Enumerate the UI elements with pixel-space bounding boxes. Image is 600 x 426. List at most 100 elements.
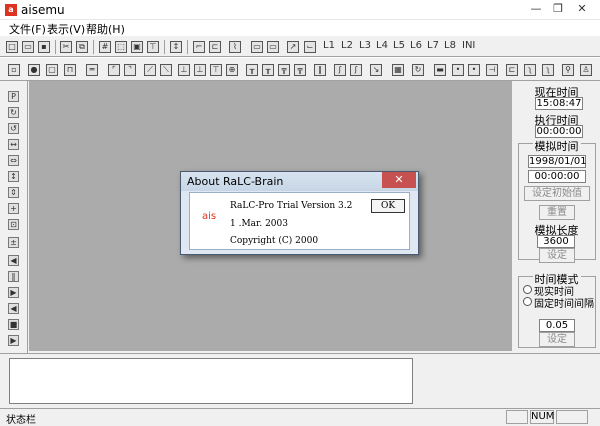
select-icon[interactable]: ⬚ <box>115 41 127 53</box>
radio-real-time[interactable] <box>523 285 532 294</box>
conveyor-icon[interactable]: ⌐ <box>193 41 205 53</box>
lift-icon[interactable]: ⊥ <box>178 64 190 76</box>
copy-icon[interactable]: ⧉ <box>76 41 88 53</box>
dialog-close-icon[interactable]: ✕ <box>382 172 416 188</box>
layer-6-button[interactable]: L6 <box>410 40 422 51</box>
grid-icon[interactable]: # <box>99 41 111 53</box>
pointer-icon[interactable]: P <box>8 91 19 102</box>
set-interval-button[interactable]: 设定 <box>539 332 575 347</box>
radio-fixed-interval[interactable] <box>523 297 532 306</box>
path-icon[interactable]: ↗ <box>287 41 299 53</box>
minimize-button[interactable]: — <box>526 2 546 17</box>
sim-time-label: 模拟时间 <box>513 138 600 154</box>
move-z-icon[interactable]: ⇕ <box>8 187 19 198</box>
separator <box>187 40 188 54</box>
move-x-icon[interactable]: ↔ <box>8 139 19 150</box>
sim-length-field[interactable]: 3600 <box>537 235 575 248</box>
output-area[interactable] <box>9 358 413 404</box>
open-folder-icon[interactable]: ▭ <box>22 41 34 53</box>
table4-icon[interactable]: ╦ <box>294 64 306 76</box>
conveyor-corner-icon[interactable]: ⌜ <box>108 64 120 76</box>
sphere-icon[interactable]: ● <box>28 64 40 76</box>
restore-button[interactable]: ❐ <box>548 2 568 17</box>
robot-arm-icon[interactable]: ⌇ <box>229 41 241 53</box>
sensor3-icon[interactable]: • <box>468 64 480 76</box>
table-icon[interactable]: ╥ <box>246 64 258 76</box>
worker-icon[interactable]: ⚲ <box>562 64 574 76</box>
frame-icon[interactable]: ▣ <box>131 41 143 53</box>
menu-bar: 文件(F) 表示(V) 帮助(H) <box>0 20 600 36</box>
interval-field[interactable]: 0.05 <box>539 319 575 332</box>
forward-icon[interactable]: ▶ <box>8 335 19 346</box>
column-icon[interactable]: ‖ <box>314 64 326 76</box>
tool-icon[interactable]: ⊤ <box>147 41 159 53</box>
version-text: RaLC-Pro Trial Version 3.2 <box>230 201 353 211</box>
rewind-icon[interactable]: ◀ <box>8 303 19 314</box>
ok-button[interactable]: OK <box>371 199 405 213</box>
pause-icon[interactable]: ‖ <box>8 271 19 282</box>
step-back-icon[interactable]: ◀ <box>8 255 19 266</box>
set-init-button[interactable]: 设定初始值 <box>524 186 590 201</box>
layer-5-button[interactable]: L5 <box>393 40 405 51</box>
layer-1-button[interactable]: L1 <box>323 40 335 51</box>
lift2-icon[interactable]: ⊥ <box>194 64 206 76</box>
reset-button[interactable]: 重置 <box>539 205 575 220</box>
title-bar: a aisemu — ❐ ✕ <box>0 0 600 20</box>
pusher-icon[interactable]: ⊣ <box>486 64 498 76</box>
dialog-title-bar: About RaLC-Brain ✕ <box>181 172 418 191</box>
conveyor-straight-icon[interactable]: ═ <box>86 64 98 76</box>
layer-3-button[interactable]: L3 <box>359 40 371 51</box>
line-icon[interactable]: ⌙ <box>304 41 316 53</box>
vehicle2-icon[interactable]: ▭ <box>267 41 279 53</box>
hook-icon[interactable]: ʃ <box>334 64 346 76</box>
move-y-icon[interactable]: ↕ <box>8 171 19 182</box>
sim-date-field[interactable]: 1998/01/01 <box>528 155 587 168</box>
layer-8-button[interactable]: L8 <box>444 40 456 51</box>
rotate-cw-icon[interactable]: ↻ <box>8 107 19 118</box>
rack-icon[interactable]: ⊏ <box>209 41 221 53</box>
align-icon[interactable]: ± <box>8 237 19 248</box>
crane-icon[interactable]: ⊤ <box>210 64 222 76</box>
new-file-icon[interactable]: □ <box>6 41 18 53</box>
hook2-icon[interactable]: ʃ <box>350 64 362 76</box>
conveyor-corner2-icon[interactable]: ⌝ <box>124 64 136 76</box>
gate-icon[interactable]: ⊏ <box>506 64 518 76</box>
slope2-icon[interactable]: ⟍ <box>160 64 172 76</box>
table3-icon[interactable]: ╦ <box>278 64 290 76</box>
play-icon[interactable]: ▶ <box>8 287 19 298</box>
zoom-icon[interactable]: + <box>8 203 19 214</box>
sim-clock-field[interactable]: 00:00:00 <box>528 170 586 183</box>
move-xy-icon[interactable]: ⇔ <box>8 155 19 166</box>
vehicle-icon[interactable]: ▭ <box>251 41 263 53</box>
stop-icon[interactable]: ■ <box>8 319 19 330</box>
person-icon[interactable]: ♙ <box>580 64 592 76</box>
table2-icon[interactable]: ╥ <box>262 64 274 76</box>
status-cell-empty-2 <box>556 410 588 424</box>
cut-icon[interactable]: ✂ <box>60 41 72 53</box>
left-toolbar: P ↻ ↺ ↔ ⇔ ↕ ⇕ + ⊡ ± ◀ ‖ ▶ ◀ ■ ▶ <box>0 81 28 354</box>
rotate-icon[interactable]: ↻ <box>412 64 424 76</box>
vertical-icon[interactable]: ↕ <box>170 41 182 53</box>
ais-logo: ais <box>202 211 217 222</box>
ini-button[interactable]: INI <box>462 40 475 51</box>
save-icon[interactable]: ▪ <box>38 41 50 53</box>
sensor2-icon[interactable]: • <box>452 64 464 76</box>
stopper2-icon[interactable]: ʅ <box>542 64 554 76</box>
layer-4-button[interactable]: L4 <box>376 40 388 51</box>
close-button[interactable]: ✕ <box>572 2 592 17</box>
layer-7-button[interactable]: L7 <box>427 40 439 51</box>
fit-icon[interactable]: ⊡ <box>8 219 19 230</box>
crane2-icon[interactable]: ⊕ <box>226 64 238 76</box>
place-icon[interactable]: ▦ <box>392 64 404 76</box>
pick-icon[interactable]: ↘ <box>370 64 382 76</box>
stopper-icon[interactable]: ʅ <box>524 64 536 76</box>
box-icon[interactable]: ▫ <box>8 64 20 76</box>
separator <box>55 40 56 54</box>
rotate-ccw-icon[interactable]: ↺ <box>8 123 19 134</box>
layer-2-button[interactable]: L2 <box>341 40 353 51</box>
slope-icon[interactable]: ⟋ <box>144 64 156 76</box>
cylinder-icon[interactable]: ⊓ <box>64 64 76 76</box>
sensor-icon[interactable]: ▬ <box>434 64 446 76</box>
set-length-button[interactable]: 设定 <box>539 248 575 263</box>
cube-icon[interactable]: ▢ <box>46 64 58 76</box>
